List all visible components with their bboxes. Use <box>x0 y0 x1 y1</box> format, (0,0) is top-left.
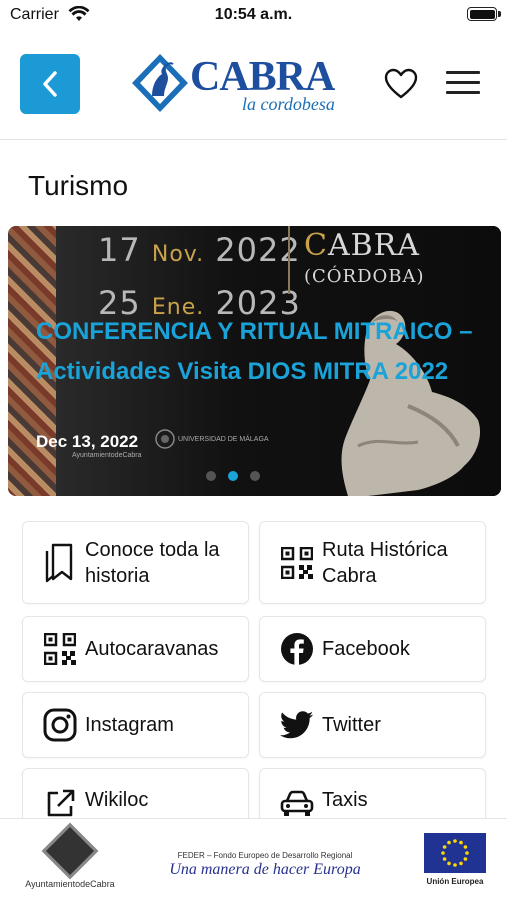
instagram-button[interactable]: Instagram <box>22 692 249 758</box>
carousel-ayto-logo: AyuntamientodeCabra <box>72 452 142 459</box>
instagram-icon <box>43 708 77 742</box>
news-carousel[interactable]: 17 Nov. 2022 25 Ene. 2023 CABRA (CÓRDOBA… <box>8 226 501 496</box>
app-header: CABRA la cordobesa <box>0 38 507 140</box>
status-time: 10:54 a.m. <box>214 6 293 23</box>
carousel-place: CABRA <box>304 228 420 263</box>
wikiloc-button[interactable]: Wikiloc <box>22 768 249 818</box>
chevron-left-icon <box>43 71 57 97</box>
carousel-divider <box>288 226 290 294</box>
cabra-emblem-icon <box>132 54 188 112</box>
carousel-region: (CÓRDOBA) <box>304 266 425 287</box>
eu-flag-icon <box>424 833 486 873</box>
facebook-button-label: Facebook <box>322 638 410 660</box>
carousel-dot-2[interactable] <box>228 471 238 481</box>
logo-subtitle: la cordobesa <box>242 94 335 114</box>
cabra-logo[interactable]: CABRA la cordobesa <box>130 52 350 116</box>
qr-code-icon <box>280 546 314 580</box>
motorhomes-button-label: Autocaravanas <box>85 638 219 660</box>
sponsor-footer: AyuntamientodeCabra FEDER – Fondo Europe… <box>0 818 507 900</box>
favorite-heart-icon[interactable] <box>384 68 418 100</box>
twitter-button-label: Twitter <box>322 714 381 736</box>
carousel-pagination[interactable] <box>206 471 260 481</box>
instagram-button-label: Instagram <box>85 714 174 736</box>
battery-icon <box>467 7 501 21</box>
ayuntamiento-emblem-icon <box>41 822 99 880</box>
taxis-button[interactable]: Taxis <box>259 768 486 818</box>
feder-label: FEDER – Fondo Europeo de Desarrollo Regi… <box>177 851 353 860</box>
taxis-button-label: Taxis <box>322 789 368 811</box>
external-link-icon <box>43 787 77 821</box>
car-icon <box>280 787 314 821</box>
twitter-icon <box>280 708 314 742</box>
page-title: Turismo <box>28 170 129 201</box>
motorhomes-button[interactable]: Autocaravanas <box>22 616 249 682</box>
carousel-article-title[interactable]: CONFERENCIA Y RITUAL MITRAICO – Activida… <box>36 312 476 392</box>
hamburger-menu-icon[interactable] <box>446 71 482 97</box>
eu-logo: Unión Europea <box>420 833 490 893</box>
university-seal-icon <box>155 429 175 449</box>
wikiloc-button-label: Wikiloc <box>85 789 149 811</box>
ayuntamiento-logo: AyuntamientodeCabra <box>20 822 120 891</box>
historic-route-button[interactable]: Ruta Histórica Cabra <box>259 521 486 604</box>
history-button[interactable]: Conoce toda la historia <box>22 521 249 604</box>
feder-slogan: Una manera de hacer Europa <box>169 861 361 878</box>
history-button-label: Conoce toda la historia <box>85 538 220 587</box>
carousel-dot-3[interactable] <box>250 471 260 481</box>
back-button[interactable] <box>20 54 80 114</box>
twitter-button[interactable]: Twitter <box>259 692 486 758</box>
bookmarks-icon <box>43 543 77 582</box>
facebook-icon <box>280 632 314 666</box>
facebook-button[interactable]: Facebook <box>259 616 486 682</box>
status-bar: Carrier 10:54 a.m. <box>0 0 507 32</box>
qr-code-icon <box>43 632 77 666</box>
university-logo: UNIVERSIDAD DE MÁLAGA <box>154 428 269 450</box>
historic-route-button-label: Ruta Histórica Cabra <box>322 538 448 587</box>
carousel-dot-1[interactable] <box>206 471 216 481</box>
carousel-article-date: Dec 13, 2022 <box>36 432 139 451</box>
